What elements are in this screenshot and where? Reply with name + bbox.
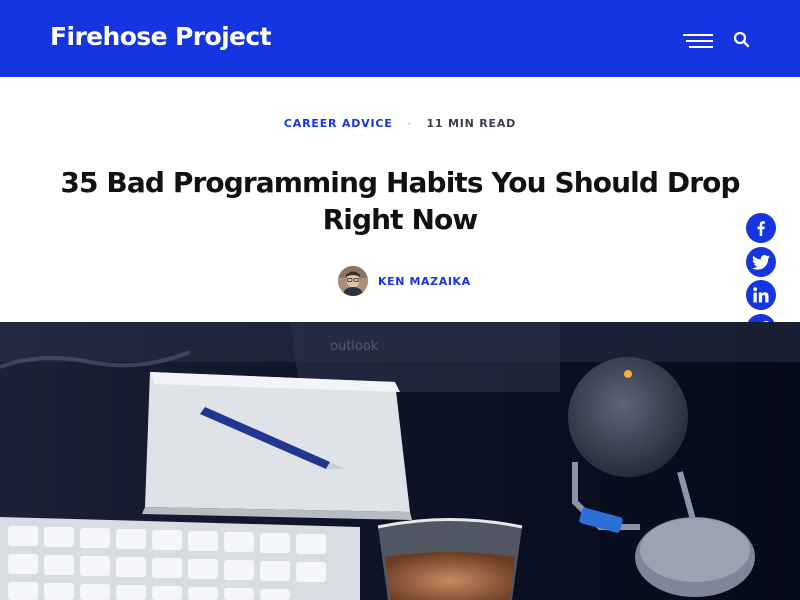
search-icon[interactable]: [733, 31, 751, 49]
author-avatar: [338, 266, 368, 296]
hero-image: outlook: [0, 322, 800, 600]
facebook-icon: [757, 221, 765, 236]
article-title-line-1: 35 Bad Programming Habits You Should Dro…: [60, 166, 740, 199]
meta-separator: ·: [407, 119, 412, 130]
author-name: KEN MAZAIKA: [378, 274, 471, 288]
share-twitter-button[interactable]: [746, 247, 776, 277]
category-link[interactable]: CAREER ADVICE: [284, 117, 393, 130]
svg-text:outlook: outlook: [330, 339, 379, 354]
hamburger-menu-icon[interactable]: [683, 34, 713, 48]
author-byline[interactable]: KEN MAZAIKA: [338, 266, 471, 296]
linkedin-icon: [753, 287, 769, 303]
article-meta: CAREER ADVICE · 11 MIN READ: [0, 117, 800, 130]
share-linkedin-button[interactable]: [746, 280, 776, 310]
read-time: 11 MIN READ: [426, 117, 517, 130]
article-title: 35 Bad Programming Habits You Should Dro…: [40, 164, 760, 238]
article-title-line-2: Right Now: [322, 203, 479, 236]
twitter-icon: [752, 254, 770, 270]
share-facebook-button[interactable]: [746, 213, 776, 243]
site-header: Firehose Project: [0, 0, 800, 77]
site-logo[interactable]: Firehose Project: [50, 22, 272, 51]
